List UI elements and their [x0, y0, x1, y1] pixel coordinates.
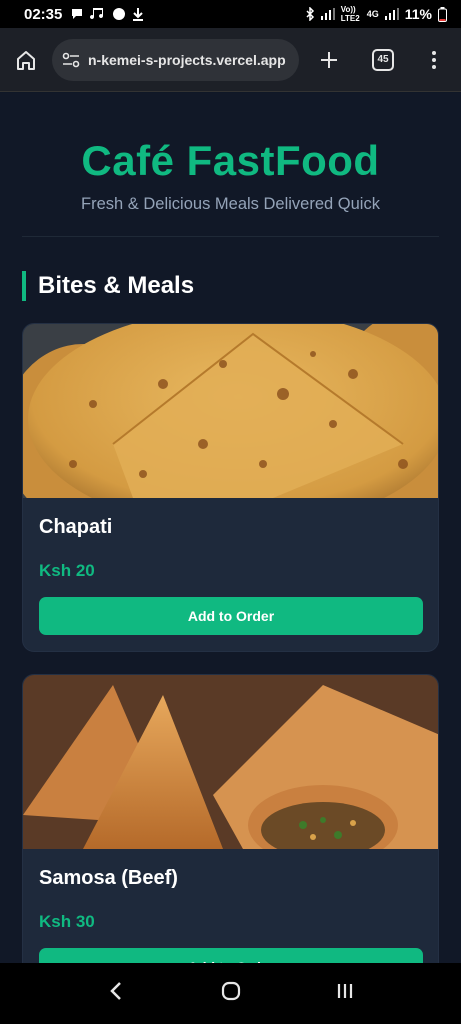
- dot-icon: [432, 64, 436, 69]
- tab-switcher-button[interactable]: 45: [357, 48, 409, 71]
- site-title: Café FastFood: [81, 137, 380, 184]
- page-content[interactable]: Café FastFood Fresh & Delicious Meals De…: [0, 93, 461, 963]
- plus-icon: [321, 51, 337, 68]
- add-to-order-button[interactable]: Add to Order: [39, 597, 423, 635]
- add-to-order-button[interactable]: Add to Order: [39, 948, 423, 963]
- samosa-photo: [23, 675, 438, 849]
- url-text: n-kemei-s-projects.vercel.app: [88, 51, 286, 68]
- dot-icon: [432, 57, 436, 62]
- home-icon: [17, 50, 35, 70]
- status-bar: 02:35 Vo)) LTE2 4G 11%: [0, 0, 461, 28]
- battery-level: 11%: [404, 6, 432, 22]
- menu-button[interactable]: [409, 50, 459, 69]
- new-tab-button[interactable]: [301, 50, 357, 70]
- notification-icons: [70, 7, 144, 21]
- card-body: Chapati Ksh 20 Add to Order: [23, 498, 438, 651]
- signal-icon: [320, 8, 335, 20]
- tab-count: 45: [372, 48, 394, 71]
- message-icon: [113, 8, 126, 20]
- home-circle-icon: [221, 981, 240, 1001]
- signal-label: 4G: [366, 9, 379, 19]
- chat-icon: [72, 9, 83, 19]
- divider: [22, 236, 439, 237]
- download-icon: [133, 8, 144, 21]
- bluetooth-icon: [306, 7, 314, 21]
- system-nav-bar: [0, 963, 461, 1024]
- status-time: 02:35: [24, 5, 63, 23]
- recents-icon: [337, 984, 352, 998]
- item-price: Ksh 30: [39, 912, 95, 931]
- music-icon: [90, 8, 104, 20]
- section-title: Bites & Meals: [22, 271, 461, 301]
- menu-item-card: Samosa (Beef) Ksh 30 Add to Order: [22, 674, 439, 963]
- recents-button[interactable]: [335, 981, 355, 1006]
- home-button[interactable]: [0, 49, 52, 71]
- network-label: Vo)) LTE2: [340, 5, 360, 23]
- dot-icon: [432, 50, 436, 55]
- menu-item-card: Chapati Ksh 20 Add to Order: [22, 323, 439, 652]
- item-price: Ksh 20: [39, 561, 95, 580]
- site-header: Café FastFood Fresh & Delicious Meals De…: [0, 93, 461, 214]
- battery-icon: [438, 6, 447, 22]
- status-right: Vo)) LTE2 4G 11%: [305, 5, 447, 23]
- signal-icon-2: [384, 8, 399, 20]
- item-name: Samosa (Beef): [39, 867, 178, 889]
- site-subtitle: Fresh & Delicious Meals Delivered Quick: [81, 195, 380, 213]
- card-body: Samosa (Beef) Ksh 30 Add to Order: [23, 849, 438, 963]
- back-icon: [109, 982, 121, 1000]
- item-name: Chapati: [39, 516, 113, 538]
- chapati-photo: [23, 324, 438, 498]
- address-bar[interactable]: n-kemei-s-projects.vercel.app: [52, 38, 299, 81]
- home-nav-button[interactable]: [220, 980, 242, 1007]
- back-button[interactable]: [107, 980, 127, 1007]
- browser-toolbar: n-kemei-s-projects.vercel.app 45: [0, 28, 461, 92]
- site-settings-icon[interactable]: [62, 52, 80, 68]
